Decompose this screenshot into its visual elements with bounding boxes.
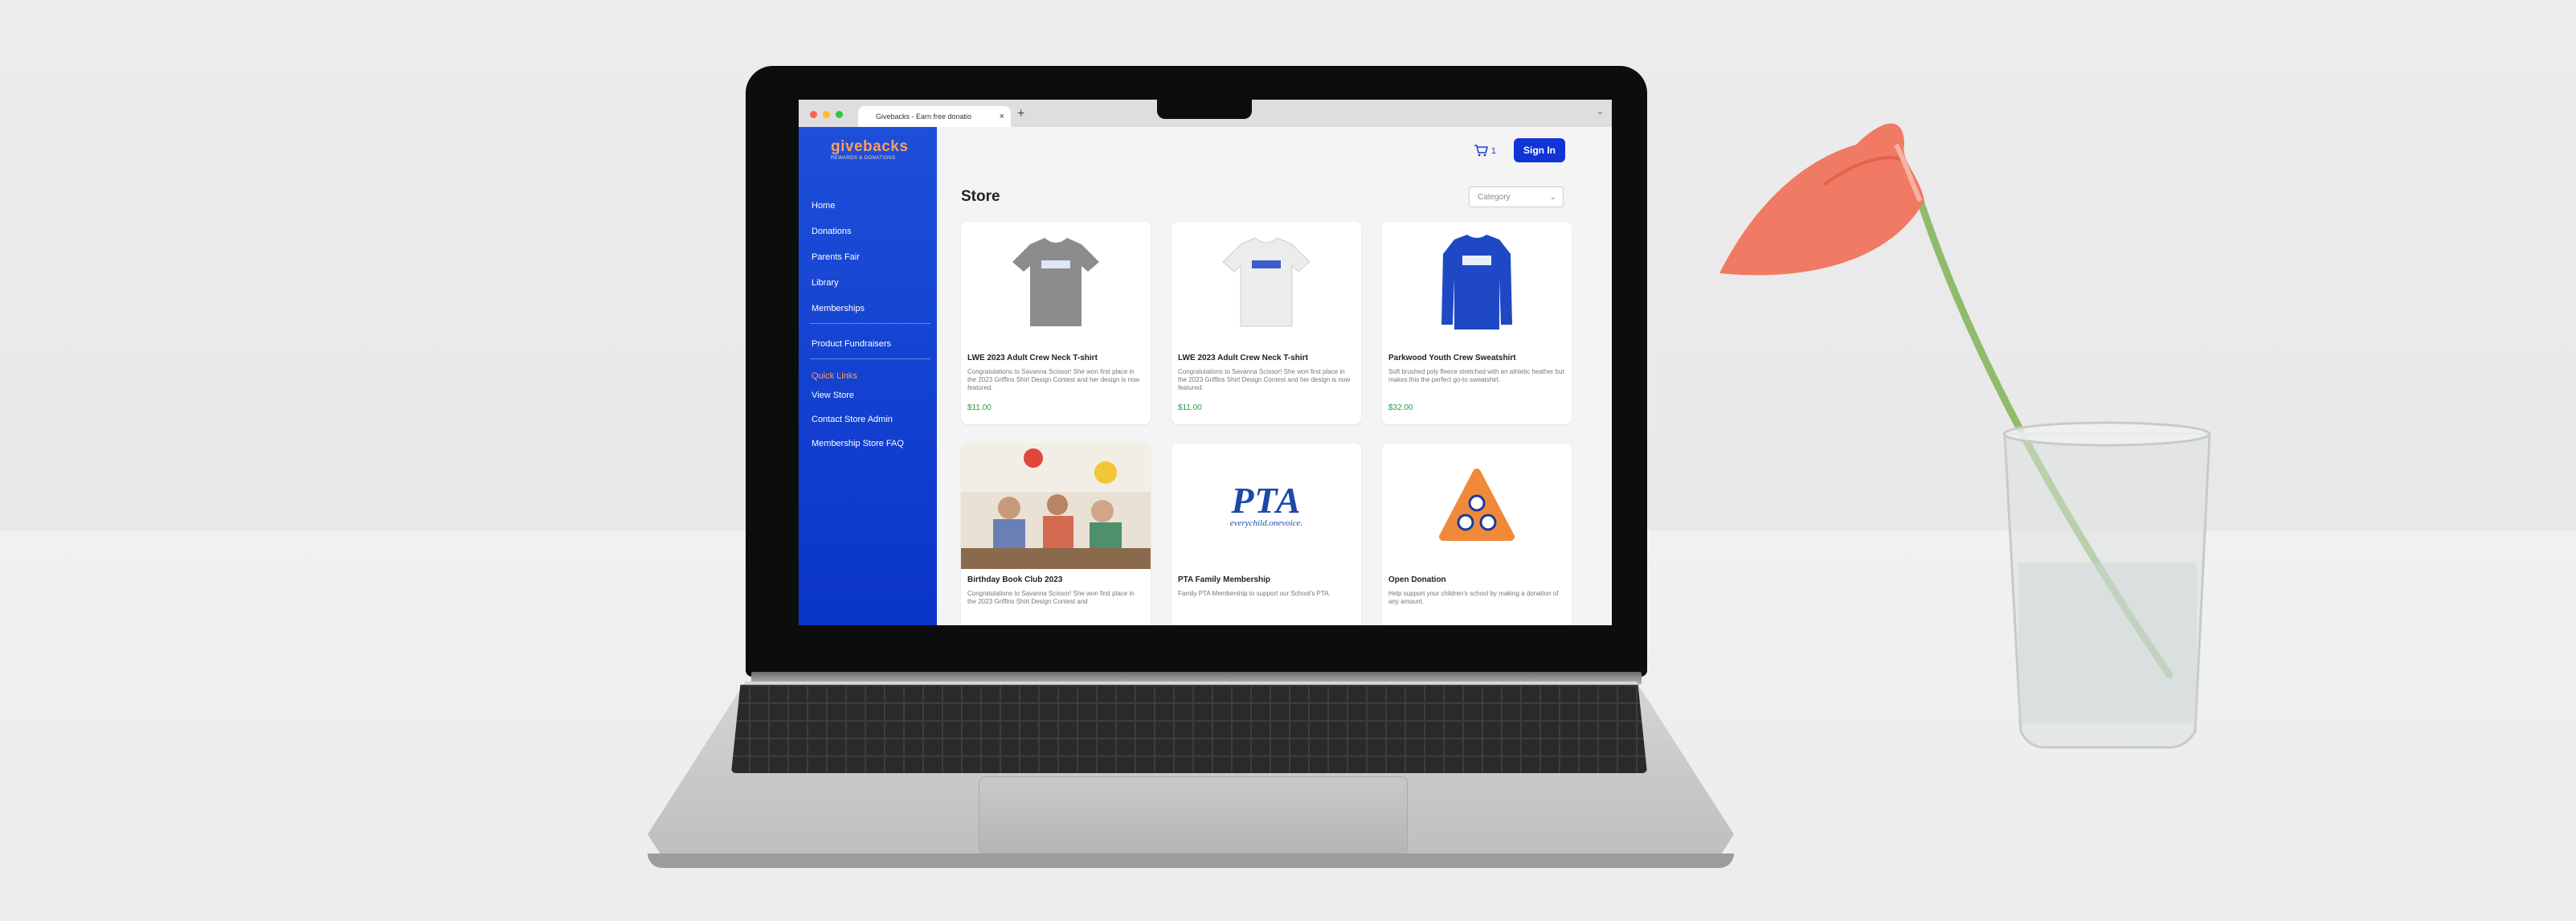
tshirt-image xyxy=(1012,238,1099,326)
sidebar-item-product-fundraisers[interactable]: Product Fundraisers xyxy=(812,339,891,349)
product-card[interactable]: LWE 2023 Adult Crew Neck T-shirt Congrat… xyxy=(1171,222,1361,424)
pta-logo: PTA everychild.onevoice. xyxy=(1229,480,1303,528)
product-card[interactable]: Parkwood Youth Crew Sweatshirt Soft brus… xyxy=(1382,222,1572,424)
sidebar-item-parents-fair[interactable]: Parents Fair xyxy=(812,252,860,262)
laptop-base-edge xyxy=(648,853,1734,868)
product-description: Family PTA Membership to support our Sch… xyxy=(1178,590,1331,597)
product-name: Open Donation xyxy=(1388,575,1446,584)
plus-icon[interactable]: + xyxy=(1017,107,1024,121)
donation-icon xyxy=(1439,469,1515,541)
product-name: Parkwood Youth Crew Sweatshirt xyxy=(1388,354,1516,362)
chevron-down-icon[interactable]: ⌄ xyxy=(1597,106,1604,117)
page-title: Store xyxy=(961,188,1000,205)
browser-tab[interactable]: Givebacks - Earn free donatio × xyxy=(858,106,1011,127)
logo[interactable]: givebacks xyxy=(831,138,908,156)
tshirt-image xyxy=(1222,237,1310,327)
sidebar-divider xyxy=(810,323,930,324)
product-image xyxy=(1382,222,1572,347)
product-description: Congratulations to Savanna Scissor! She … xyxy=(1178,368,1351,391)
sidebar-item-home[interactable]: Home xyxy=(812,201,835,211)
sweatshirt-image xyxy=(1441,235,1512,330)
quick-link-contact-admin[interactable]: Contact Store Admin xyxy=(812,415,893,424)
product-card[interactable]: Birthday Book Club 2023 Congratulations … xyxy=(961,444,1151,625)
sidebar-divider xyxy=(810,358,930,359)
cart-button[interactable]: 1 xyxy=(1474,143,1496,157)
laptop-keyboard xyxy=(731,685,1647,773)
category-select[interactable]: Category ⌄ xyxy=(1469,186,1564,207)
logo-subtitle: REWARDS & DONATIONS xyxy=(831,156,896,161)
product-name: LWE 2023 Adult Crew Neck T-shirt xyxy=(1178,354,1308,362)
product-description: Help support your children's school by m… xyxy=(1388,590,1559,605)
product-image xyxy=(1382,444,1572,569)
cart-count: 1 xyxy=(1490,146,1497,156)
product-name: Birthday Book Club 2023 xyxy=(967,575,1063,584)
product-price: $32.00 xyxy=(1388,403,1413,412)
product-description: Congratulations to Savanna Scissor! She … xyxy=(967,368,1140,391)
product-price: $11.00 xyxy=(967,403,992,412)
category-label: Category xyxy=(1478,193,1511,202)
tab-title: Givebacks - Earn free donatio xyxy=(876,113,972,121)
sidebar: givebacks REWARDS & DONATIONS Home Donat… xyxy=(799,127,937,625)
birthday-photo-image xyxy=(961,444,1151,569)
cart-icon xyxy=(1474,145,1489,157)
laptop-screen: Givebacks - Earn free donatio × + ⌄ give… xyxy=(799,100,1612,625)
product-image: PTA everychild.onevoice. xyxy=(1171,444,1361,569)
product-name: PTA Family Membership xyxy=(1178,575,1271,584)
quick-link-view-store[interactable]: View Store xyxy=(812,391,854,400)
sign-in-button[interactable]: Sign In xyxy=(1514,138,1565,162)
product-name: LWE 2023 Adult Crew Neck T-shirt xyxy=(967,354,1098,362)
chevron-down-icon: ⌄ xyxy=(1549,193,1556,202)
close-icon[interactable]: × xyxy=(1000,106,1004,127)
sidebar-item-memberships[interactable]: Memberships xyxy=(812,304,865,313)
camera-notch xyxy=(1157,100,1252,119)
quick-links-heading: Quick Links xyxy=(812,371,857,381)
product-image xyxy=(1171,222,1361,347)
product-image xyxy=(961,444,1151,569)
product-image xyxy=(961,222,1151,347)
product-card[interactable]: LWE 2023 Adult Crew Neck T-shirt Congrat… xyxy=(961,222,1151,424)
product-description: Congratulations to Savanna Scissor! She … xyxy=(967,590,1135,605)
sidebar-item-donations[interactable]: Donations xyxy=(812,227,852,236)
window-close-dot[interactable] xyxy=(810,111,817,118)
sidebar-item-library[interactable]: Library xyxy=(812,278,839,288)
product-card[interactable]: PTA everychild.onevoice. PTA Family Memb… xyxy=(1171,444,1361,625)
quick-link-faq[interactable]: Membership Store FAQ xyxy=(812,439,904,448)
window-minimize-dot[interactable] xyxy=(823,111,830,118)
window-maximize-dot[interactable] xyxy=(836,111,843,118)
product-description: Soft brushed poly fleece stretched with … xyxy=(1388,368,1564,383)
product-card[interactable]: Open Donation Help support your children… xyxy=(1382,444,1572,625)
main-content: 1 Sign In Store Category ⌄ LWE 2023 Adul… xyxy=(937,127,1612,625)
product-price: $11.00 xyxy=(1178,403,1202,412)
flower-vase-illustration xyxy=(1719,123,2211,749)
laptop-trackpad xyxy=(979,776,1408,855)
